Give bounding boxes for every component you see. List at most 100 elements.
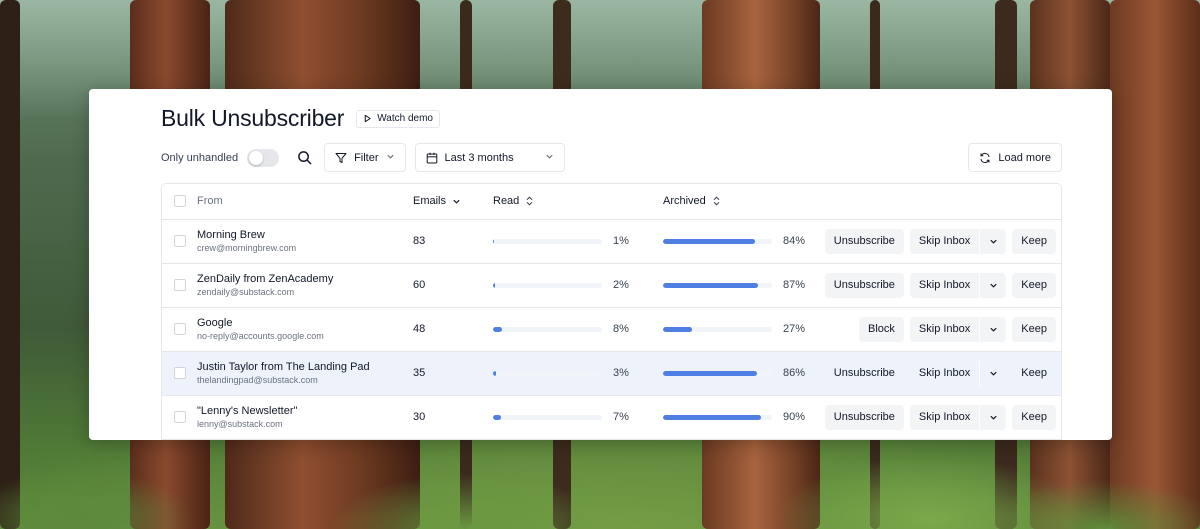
- read-percent: 2%: [613, 279, 629, 291]
- table-row[interactable]: ZenDaily from ZenAcademy zendaily@substac…: [162, 263, 1061, 308]
- filter-icon: [335, 152, 347, 163]
- read-header[interactable]: Read: [493, 195, 534, 207]
- sender-name: Google: [197, 317, 233, 329]
- watch-demo-button[interactable]: Watch demo: [356, 109, 440, 128]
- keep-button[interactable]: Keep: [1012, 404, 1056, 430]
- read-progress-fill: [493, 370, 497, 376]
- skip-inbox-button[interactable]: Skip Inbox: [910, 361, 979, 386]
- read-progress-bar: [493, 326, 602, 332]
- select-all-checkbox[interactable]: [174, 195, 186, 208]
- calendar-icon: [426, 152, 437, 163]
- skip-inbox-button[interactable]: Skip Inbox: [910, 229, 979, 254]
- row-checkbox[interactable]: [174, 367, 186, 379]
- row-checkbox[interactable]: [174, 411, 186, 423]
- header-archived[interactable]: Archived: [663, 184, 823, 220]
- skip-inbox-group: Skip Inbox: [909, 272, 1007, 298]
- row-checkbox[interactable]: [174, 235, 186, 247]
- archived-percent: 87%: [783, 279, 806, 291]
- date-range-select[interactable]: Last 3 months: [414, 143, 565, 172]
- sender-email: crew@morningbrew.com: [197, 243, 297, 253]
- load-more-label: Load more: [998, 151, 1051, 164]
- keep-button[interactable]: Keep: [1012, 272, 1056, 298]
- skip-inbox-group: Skip Inbox: [909, 316, 1007, 342]
- block-button[interactable]: Block: [859, 316, 904, 342]
- sender-name: "Lenny's Newsletter": [197, 405, 298, 417]
- row-checkbox[interactable]: [174, 279, 186, 291]
- unsubscribe-button[interactable]: Unsubscribe: [825, 361, 904, 386]
- chevron-down-icon: [989, 325, 998, 334]
- archived-cell: 84%: [663, 219, 823, 264]
- table-row[interactable]: Justin Taylor from The Landing Pad thelan…: [162, 351, 1061, 396]
- table-row[interactable]: Morning Brew crew@morningbrew.com 83 1% 84% U…: [162, 219, 1061, 264]
- skip-inbox-button[interactable]: Skip Inbox: [910, 405, 979, 430]
- refresh-icon: [980, 152, 990, 163]
- archived-header[interactable]: Archived: [663, 195, 721, 207]
- read-percent: 1%: [613, 235, 629, 247]
- archived-percent: 90%: [783, 411, 806, 423]
- unsubscribe-button[interactable]: Unsubscribe: [824, 404, 904, 430]
- read-progress-fill: [493, 238, 495, 244]
- sender-cell: Justin Taylor from The Landing Pad thelan…: [197, 351, 413, 396]
- archived-percent: 84%: [783, 235, 806, 247]
- row-select-cell: [162, 351, 197, 396]
- read-cell: 7%: [493, 395, 663, 440]
- skip-inbox-button[interactable]: Skip Inbox: [910, 317, 979, 342]
- sender-email: lenny@substack.com: [197, 419, 283, 429]
- keep-button[interactable]: Keep: [1012, 316, 1056, 342]
- row-select-cell: [162, 263, 197, 308]
- read-cell: 3%: [493, 351, 663, 396]
- load-more-button[interactable]: Load more: [968, 143, 1062, 172]
- emails-count: 83: [413, 235, 426, 247]
- actions-cell: Unsubscribe Skip Inbox Keep: [823, 395, 1061, 440]
- sender-name: Morning Brew: [197, 229, 265, 241]
- archived-progress-bar: [663, 326, 772, 332]
- skip-inbox-button[interactable]: Skip Inbox: [910, 273, 979, 298]
- read-progress-fill: [493, 282, 496, 288]
- unsubscribe-button[interactable]: Unsubscribe: [824, 228, 904, 254]
- emails-count-cell: 48: [413, 307, 493, 352]
- sender-cell: Google no-reply@accounts.google.com: [197, 307, 413, 352]
- sort-icon: [526, 196, 533, 206]
- toolbar: Only unhandled Filter Last 3 months Load…: [161, 143, 1062, 172]
- row-checkbox[interactable]: [174, 323, 186, 335]
- skip-inbox-group: Skip Inbox: [910, 360, 1006, 386]
- read-header-label: Read: [493, 195, 520, 208]
- page-title: Bulk Unsubscriber: [161, 105, 345, 131]
- skip-inbox-menu-button[interactable]: [980, 317, 1006, 342]
- keep-button[interactable]: Keep: [1012, 228, 1056, 254]
- actions-cell: Unsubscribe Skip Inbox Keep: [823, 219, 1061, 264]
- chevron-down-icon: [989, 281, 998, 290]
- archived-cell: 90%: [663, 395, 823, 440]
- skip-inbox-menu-button[interactable]: [980, 405, 1006, 430]
- chevron-down-icon: [989, 369, 998, 378]
- actions-cell: Block Skip Inbox Keep: [823, 307, 1061, 352]
- emails-count: 35: [413, 367, 426, 379]
- unsubscribe-button[interactable]: Unsubscribe: [824, 272, 904, 298]
- table-row[interactable]: Google no-reply@accounts.google.com 48 8% 27…: [162, 307, 1061, 352]
- skip-inbox-menu-button[interactable]: [980, 273, 1006, 298]
- emails-header-label: Emails: [413, 195, 447, 208]
- header-from: From: [197, 184, 413, 220]
- read-percent: 7%: [613, 411, 629, 423]
- date-range-label: Last 3 months: [444, 151, 514, 164]
- emails-header[interactable]: Emails: [413, 195, 461, 207]
- header-emails[interactable]: Emails: [413, 184, 493, 220]
- read-cell: 1%: [493, 219, 663, 264]
- table-row[interactable]: "Lenny's Newsletter" lenny@substack.com 30…: [162, 395, 1061, 440]
- header-actions: [823, 184, 1061, 220]
- skip-inbox-menu-button[interactable]: [980, 229, 1006, 254]
- archived-progress-fill: [663, 414, 762, 420]
- archived-header-label: Archived: [663, 195, 706, 208]
- keep-button[interactable]: Keep: [1012, 361, 1056, 386]
- actions-cell: Unsubscribe Skip Inbox Keep: [823, 263, 1061, 308]
- search-button[interactable]: [294, 148, 314, 168]
- archived-percent: 27%: [783, 323, 806, 335]
- read-cell: 2%: [493, 263, 663, 308]
- read-percent: 8%: [613, 323, 629, 335]
- only-unhandled-toggle[interactable]: [247, 148, 280, 167]
- skip-inbox-menu-button[interactable]: [980, 361, 1006, 386]
- filter-button[interactable]: Filter: [324, 143, 406, 172]
- archived-progress-fill: [663, 370, 757, 376]
- skip-inbox-group: Skip Inbox: [909, 228, 1007, 254]
- header-read[interactable]: Read: [493, 184, 663, 220]
